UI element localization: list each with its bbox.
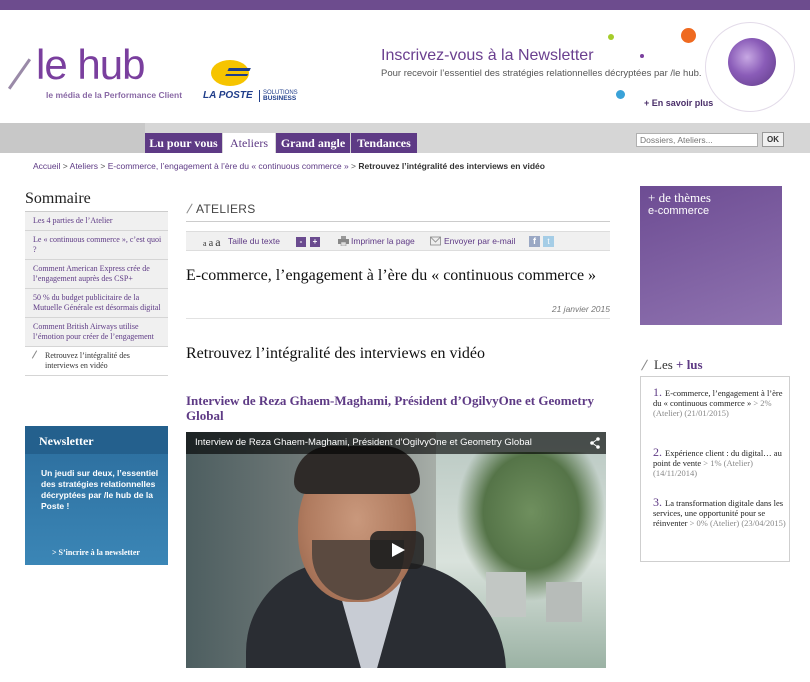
breadcrumb: Accueil > Ateliers > E-commerce, l’engag… — [33, 161, 545, 171]
sommaire-item[interactable]: Le « continuous commerce », c’est quoi ? — [25, 231, 168, 260]
most-read: Les + lus 1. E-commerce, l’engagement à l… — [640, 357, 790, 562]
text-size-plus-button[interactable]: + — [310, 237, 320, 247]
sommaire-item[interactable]: Comment American Express crée de l’engag… — [25, 260, 168, 289]
video-title[interactable]: Interview de Reza Ghaem-Maghami, Préside… — [195, 437, 532, 448]
sommaire: Sommaire Les 4 parties de l’Atelier Le «… — [25, 190, 168, 376]
logo-word: le hub — [36, 41, 145, 88]
sommaire-item[interactable]: Comment British Airways utilise l’émotio… — [25, 318, 168, 347]
newsletter-box: Newsletter Un jeudi sur deux, l’essentie… — [25, 426, 168, 565]
article-divider — [186, 318, 610, 319]
newsletter-box-text: Un jeudi sur deux, l’essentiel des strat… — [41, 468, 159, 511]
newsletter-more-link[interactable]: + En savoir plus — [644, 98, 713, 108]
logo-slash — [7, 58, 32, 90]
more-themes-subtitle: e-commerce — [648, 205, 710, 217]
la-poste-name: LA POSTE — [203, 90, 253, 101]
facebook-icon[interactable]: f — [529, 236, 540, 247]
article-title: E-commerce, l’engagement à l’ère du « co… — [186, 267, 597, 284]
sommaire-title: Sommaire — [25, 190, 168, 212]
nav-bar-left — [0, 123, 145, 153]
tab-grand-angle[interactable]: Grand angle — [276, 133, 350, 153]
video-title-bar: Interview de Reza Ghaem-Maghami, Préside… — [186, 432, 606, 454]
share-icon[interactable] — [590, 437, 600, 449]
play-button[interactable] — [370, 531, 424, 569]
twitter-icon[interactable]: t — [543, 236, 554, 247]
top-stripe — [0, 0, 810, 10]
tab-tendances[interactable]: Tendances — [351, 133, 417, 153]
tab-lu-pour-vous[interactable]: Lu pour vous — [145, 133, 222, 153]
site-header: le hub le média de la Performance Client… — [0, 10, 810, 123]
newsletter-box-title: Newsletter — [25, 426, 168, 454]
most-read-item[interactable]: 2. Expérience client : du digital… au poi… — [653, 446, 787, 478]
most-read-list: 1. E-commerce, l’engagement à l’ère du « … — [640, 376, 790, 562]
section-label: ATELIERS — [186, 200, 610, 222]
lehub-logo[interactable]: le hub le média de la Performance Client — [7, 41, 214, 102]
print-page-link[interactable]: Imprimer la page — [351, 236, 415, 246]
interview-title: Interview de Reza Ghaem-Maghami, Préside… — [186, 393, 594, 423]
la-poste-bird-icon — [211, 60, 251, 86]
breadcrumb-home[interactable]: Accueil — [33, 161, 60, 171]
video-frame-plant — [456, 452, 606, 602]
decor-dot-green — [608, 34, 614, 40]
breadcrumb-parent[interactable]: E-commerce, l’engagement à l’ère du « co… — [108, 161, 349, 171]
text-size-glyphs: a a a — [203, 235, 221, 249]
solutions-business: SOLUTIONS BUSINESS — [259, 90, 298, 102]
most-read-title: Les + lus — [640, 357, 790, 373]
decor-circle-outline — [705, 22, 795, 112]
article-toolbar: a a a Taille du texte - + Imprimer la pa… — [186, 231, 610, 251]
article-subtitle: Retrouvez l’intégralité des interviews e… — [186, 345, 486, 362]
send-email-link[interactable]: Envoyer par e-mail — [444, 236, 515, 246]
sommaire-item-current: Retrouvez l’intégralité des interviews e… — [25, 347, 168, 376]
la-poste-logo[interactable]: LA POSTE SOLUTIONS BUSINESS — [203, 60, 303, 110]
decor-dot-blue — [616, 90, 625, 99]
most-read-item[interactable]: 3. La transformation digitale dans les se… — [653, 496, 787, 528]
newsletter-subscribe-link[interactable]: > S’incrire à la newsletter — [52, 548, 140, 557]
search-ok-button[interactable]: OK — [762, 132, 784, 147]
breadcrumb-ateliers[interactable]: Ateliers — [70, 161, 98, 171]
sommaire-item[interactable]: Les 4 parties de l’Atelier — [25, 212, 168, 231]
search-input[interactable] — [636, 133, 758, 147]
logo-tagline: le média de la Performance Client — [46, 90, 183, 100]
article-date: 21 janvier 2015 — [551, 304, 610, 314]
more-themes-title: + de thèmes — [648, 190, 711, 205]
printer-icon — [338, 236, 349, 246]
decor-dot-orange — [681, 28, 696, 43]
decor-dot-purple-small — [640, 54, 644, 58]
video-frame-pot — [486, 572, 526, 617]
section-name: ATELIERS — [196, 202, 256, 216]
tab-ateliers[interactable]: Ateliers — [223, 133, 275, 153]
video-player[interactable]: Interview de Reza Ghaem-Maghami, Préside… — [186, 432, 606, 668]
text-size-label: Taille du texte — [228, 236, 280, 246]
newsletter-promo-subtitle: Pour recevoir l’essentiel des stratégies… — [381, 68, 702, 79]
section-slash — [186, 203, 193, 214]
more-themes-box[interactable]: + de thèmes e-commerce — [640, 186, 782, 325]
newsletter-promo-title[interactable]: Inscrivez-vous à la Newsletter — [381, 47, 594, 65]
breadcrumb-current: Retrouvez l’intégralité des interviews e… — [358, 161, 545, 171]
sommaire-item[interactable]: 50 % du budget publicitaire de la Mutuel… — [25, 289, 168, 318]
text-size-minus-button[interactable]: - — [296, 237, 306, 247]
video-frame-pot — [546, 582, 582, 622]
most-read-item[interactable]: 1. E-commerce, l’engagement à l’ère du « … — [653, 386, 787, 418]
email-icon — [430, 236, 441, 246]
